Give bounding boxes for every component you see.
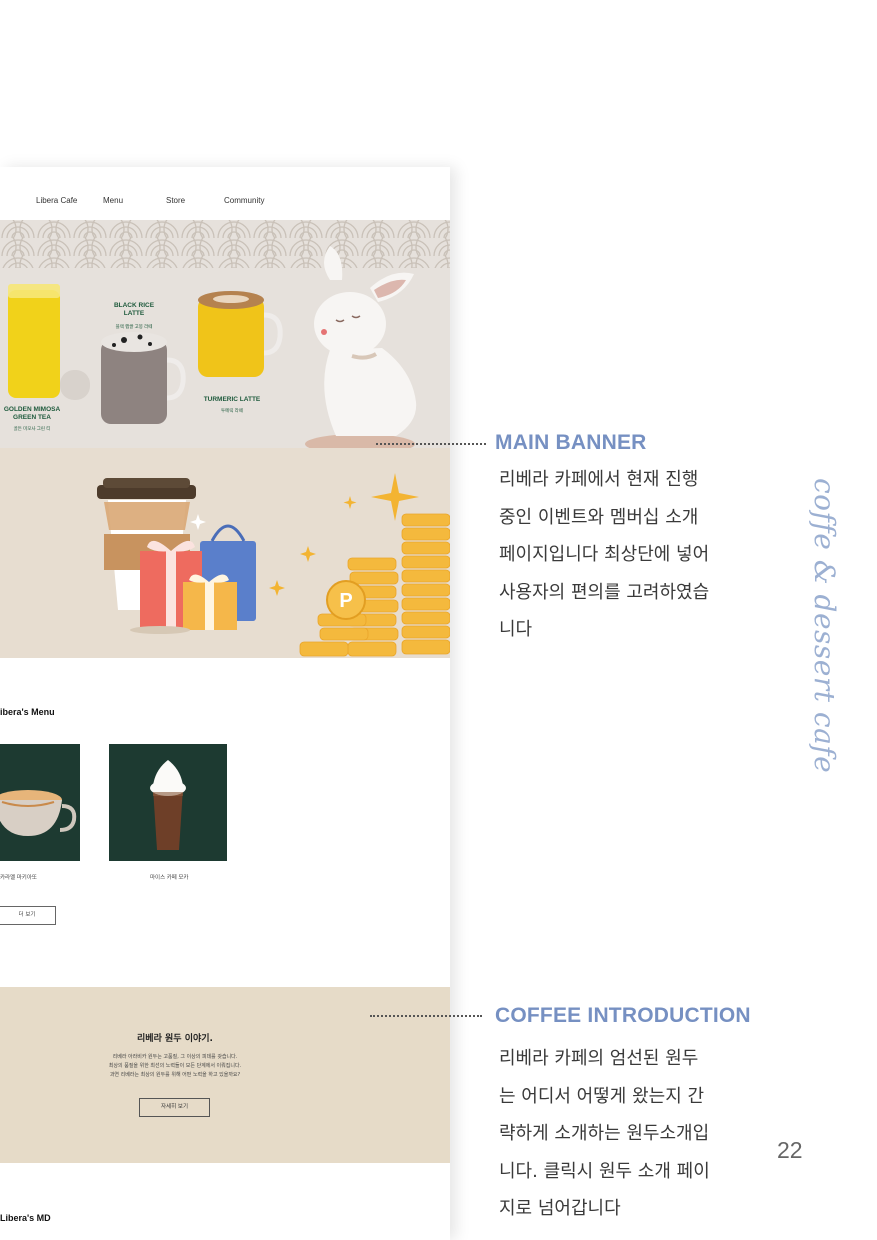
menu-caption-mocha: 마이스 카페 모카 bbox=[150, 875, 189, 881]
menu-card-caramel[interactable] bbox=[0, 744, 80, 861]
main-banner-membership[interactable]: P bbox=[0, 448, 450, 658]
story-body: 리베라 아라비카 원두는 고품질, 그 이상의 피데를 갖습니다. 최상의 품질… bbox=[108, 1054, 242, 1078]
nav-item-menu[interactable]: Menu bbox=[103, 196, 123, 205]
menu-card-mocha[interactable] bbox=[109, 744, 227, 861]
more-menu-button[interactable]: 더 보기 bbox=[0, 906, 56, 925]
drink-name-black-rice: BLACK RICE LATTE bbox=[113, 302, 155, 317]
story-detail-button[interactable]: 자세히 보기 bbox=[139, 1098, 210, 1117]
membership-illustration: P bbox=[97, 473, 450, 657]
drink-sub-turmeric: 투메릭 라떼 bbox=[221, 408, 243, 413]
top-navigation: Libera Cafe Menu Store Community bbox=[0, 167, 450, 220]
coffee-introduction-section: 리베라 원두 이야기. 리베라 아라비카 원두는 고품질, 그 이상의 피데를 … bbox=[0, 987, 450, 1163]
svg-text:P: P bbox=[339, 590, 352, 612]
main-banner-description: 리베라 카페에서 현재 진행 중인 이벤트와 멤버십 소개 페이지입니다 최상단… bbox=[499, 469, 710, 640]
side-vertical-text: coffe & dessert cafe bbox=[808, 478, 841, 774]
nav-item-store[interactable]: Store bbox=[166, 196, 185, 205]
coffee-intro-leader-line bbox=[370, 1015, 482, 1017]
page-number: 22 bbox=[777, 1137, 803, 1163]
menu-section-title: ibera's Menu bbox=[0, 707, 55, 717]
coffee-intro-heading: COFFEE INTRODUCTION bbox=[495, 1004, 751, 1027]
md-section-title: Libera's MD bbox=[0, 1213, 51, 1223]
nav-item-community[interactable]: Community bbox=[224, 196, 264, 205]
nav-item-libera-cafe[interactable]: Libera Cafe bbox=[36, 196, 77, 205]
website-mockup: Libera Cafe Menu Store Community GOLDEN … bbox=[0, 167, 450, 1240]
caramel-macchiato-image bbox=[0, 790, 77, 836]
main-banner-drinks[interactable]: GOLDEN MIMOSA GREEN TEA 골든 미모사 그린 티 BLAC… bbox=[0, 220, 450, 448]
iced-cafe-mocha-image bbox=[150, 760, 186, 850]
coffee-intro-description: 리베라 카페의 엄선된 원두 는 어디서 어떻게 왔는지 간 략하게 소개하는 … bbox=[499, 1048, 710, 1219]
drink-sub-black-rice: 블랙 햅쌀 고봉 라떼 bbox=[115, 324, 153, 329]
drink-sub-green-tea: 골든 미모사 그린 티 bbox=[13, 426, 51, 431]
main-banner-heading: MAIN BANNER bbox=[495, 431, 647, 454]
drink-name-turmeric: TURMERIC LATTE bbox=[203, 396, 261, 403]
menu-caption-caramel: 카라멜 마키아또 bbox=[0, 875, 37, 881]
story-title: 리베라 원두 이야기. bbox=[137, 1034, 213, 1044]
drink-name-green-tea: GOLDEN MIMOSA GREEN TEA bbox=[3, 406, 61, 421]
main-banner-leader-line bbox=[376, 443, 486, 445]
